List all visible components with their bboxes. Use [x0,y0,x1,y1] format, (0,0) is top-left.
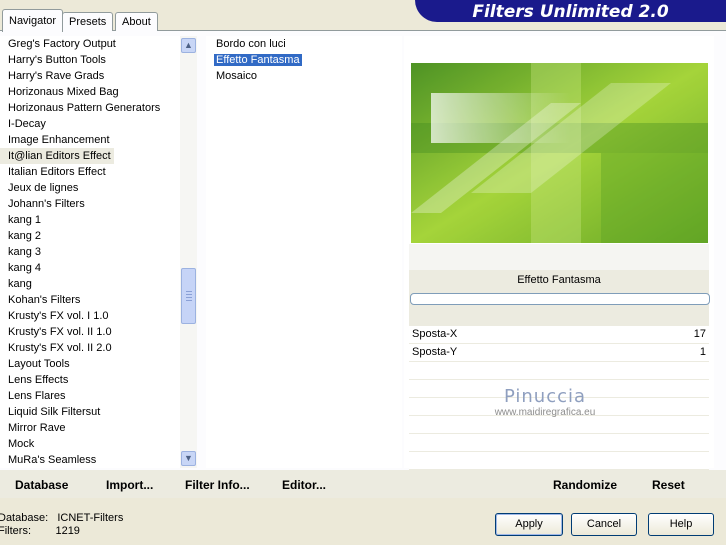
filters-count: 1219 [55,525,80,537]
category-item[interactable]: Italian Editors Effect [0,164,180,180]
category-item[interactable]: kang 3 [0,244,180,260]
category-item[interactable]: Horizonaus Mixed Bag [0,84,180,100]
filter-name-label: Effetto Fantasma [517,274,601,286]
tab-presets[interactable]: Presets [62,12,114,31]
watermark-title: Pinuccia [503,386,587,407]
category-item[interactable]: Jeux de lignes [0,180,180,196]
control-row-sposta-y[interactable]: Sposta-Y 1 [409,344,709,362]
help-button[interactable]: Help [648,513,714,536]
category-item[interactable]: kang 2 [0,228,180,244]
category-item[interactable]: Mirror Rave [0,420,180,436]
category-item[interactable]: Johann's Filters [0,196,180,212]
tab-about[interactable]: About [115,12,158,31]
control-value[interactable]: 17 [694,328,706,340]
cancel-button[interactable]: Cancel [571,513,637,536]
category-item[interactable]: Harry's Button Tools [0,52,180,68]
scroll-up-icon[interactable]: ▲ [181,38,196,53]
filter-item-selected[interactable]: Effetto Fantasma [206,52,402,68]
database-link[interactable]: Database [15,478,68,492]
category-item[interactable]: Lens Effects [0,372,180,388]
status-info: Database: ICNET-Filters Filters: 1219 [0,512,123,538]
category-item[interactable]: Liquid Silk Filtersut [0,404,180,420]
control-row-sposta-x[interactable]: Sposta-X 17 [409,326,709,344]
filter-item[interactable]: Bordo con luci [206,36,402,52]
app-title: Filters Unlimited 2.0 [472,2,669,22]
filter-list[interactable]: Bordo con luci Effetto Fantasma Mosaico [206,36,402,468]
filter-item[interactable]: Mosaico [206,68,402,84]
category-item[interactable]: Layout Tools [0,356,180,372]
filters-label: Filters: [0,525,31,537]
control-label: Sposta-Y [412,346,458,358]
progress-bar [410,293,710,305]
preview-spacer [409,244,709,270]
filter-info-link[interactable]: Filter Info... [185,478,250,492]
category-scrollbar[interactable]: ▲ ▼ [180,36,197,468]
empty-control-row [409,452,709,470]
category-item[interactable]: Image Enhancement [0,132,180,148]
reset-link[interactable]: Reset [652,478,685,492]
filter-item-label: Bordo con luci [216,38,286,50]
filter-item-label: Mosaico [216,70,257,82]
control-value[interactable]: 1 [700,346,706,358]
category-item[interactable]: MuRa's Seamless [0,452,180,468]
apply-button[interactable]: Apply [495,513,563,536]
scroll-down-icon[interactable]: ▼ [181,451,196,466]
database-value: ICNET-Filters [57,512,124,524]
category-item[interactable]: kang 1 [0,212,180,228]
randomize-link[interactable]: Randomize [553,478,617,492]
editor-link[interactable]: Editor... [282,478,326,492]
category-item[interactable]: Mock [0,436,180,452]
category-item[interactable]: Krusty's FX vol. II 1.0 [0,324,180,340]
category-item[interactable]: Greg's Factory Output [0,36,180,52]
database-label: Database: [0,512,49,524]
category-item[interactable]: Lens Flares [0,388,180,404]
category-item-selected[interactable]: It@lian Editors Effect [0,148,114,164]
watermark: Pinuccia www.maidiregrafica.eu [470,386,620,418]
filter-item-label: Effetto Fantasma [214,54,302,66]
control-label: Sposta-X [412,328,458,340]
category-item[interactable]: Krusty's FX vol. I 1.0 [0,308,180,324]
category-item[interactable]: I-Decay [0,116,180,132]
filter-preview-image [411,63,708,243]
category-item[interactable]: kang [0,276,180,292]
scroll-thumb[interactable] [181,268,196,324]
category-item[interactable]: Kohan's Filters [0,292,180,308]
empty-control-row [409,416,709,434]
category-item[interactable]: Krusty's FX vol. II 2.0 [0,340,180,356]
empty-control-row [409,434,709,452]
category-item[interactable]: Harry's Rave Grads [0,68,180,84]
tab-navigator[interactable]: Navigator [2,9,64,32]
category-item[interactable]: kang 4 [0,260,180,276]
import-link[interactable]: Import... [106,478,153,492]
category-list[interactable]: Greg's Factory Output Harry's Button Too… [0,36,180,468]
app-banner: Filters Unlimited 2.0 [415,0,726,22]
category-item[interactable]: Horizonaus Pattern Generators [0,100,180,116]
watermark-url: www.maidiregrafica.eu [494,407,596,418]
empty-control-row [409,362,709,380]
